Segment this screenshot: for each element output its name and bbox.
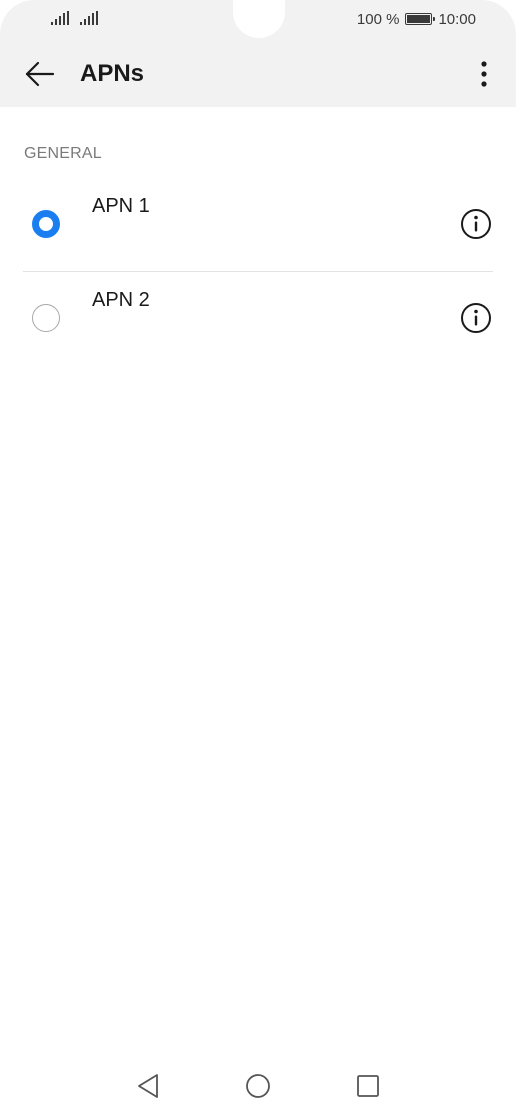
apn-2-info-button[interactable] bbox=[460, 302, 492, 334]
system-navigation-bar bbox=[0, 1058, 516, 1118]
info-icon bbox=[461, 303, 491, 333]
battery-fill bbox=[407, 15, 431, 23]
square-recents-icon bbox=[357, 1075, 379, 1097]
section-header-general: GENERAL bbox=[24, 145, 102, 162]
nav-home-button[interactable] bbox=[244, 1072, 272, 1100]
apn-1-radio[interactable] bbox=[32, 210, 60, 238]
status-right: 100 % 10:00 bbox=[357, 10, 476, 28]
signal-sim1-icon bbox=[51, 11, 69, 25]
apn-list-item-2[interactable]: APN 2 bbox=[0, 274, 516, 364]
clock: 10:00 bbox=[438, 10, 476, 28]
arrow-left-icon bbox=[25, 61, 55, 87]
apn-1-info-button[interactable] bbox=[460, 208, 492, 240]
battery-percent: 100 % bbox=[356, 10, 400, 28]
page-title: APNs bbox=[80, 60, 145, 87]
signal-sim2-icon bbox=[80, 11, 98, 25]
nav-recents-button[interactable] bbox=[354, 1072, 382, 1100]
nav-back-button[interactable] bbox=[134, 1072, 162, 1100]
apn-list-item-1[interactable]: APN 1 bbox=[0, 180, 516, 270]
apn-1-label: APN 1 bbox=[92, 195, 150, 217]
back-button[interactable] bbox=[20, 54, 60, 94]
triangle-back-icon bbox=[138, 1074, 158, 1098]
circle-home-icon bbox=[246, 1074, 270, 1098]
camera-notch bbox=[233, 0, 285, 38]
list-divider bbox=[23, 271, 493, 272]
apn-settings-screen: 100 % 10:00 APNs GENERAL APN 1 APN 2 bbox=[0, 0, 516, 1118]
info-icon bbox=[461, 209, 491, 239]
apn-2-label: APN 2 bbox=[92, 289, 150, 311]
more-vertical-icon bbox=[481, 61, 487, 87]
app-bar: 100 % 10:00 APNs bbox=[0, 0, 516, 107]
more-options-button[interactable] bbox=[466, 54, 502, 94]
apn-2-radio[interactable] bbox=[32, 304, 60, 332]
battery-icon bbox=[405, 13, 436, 25]
